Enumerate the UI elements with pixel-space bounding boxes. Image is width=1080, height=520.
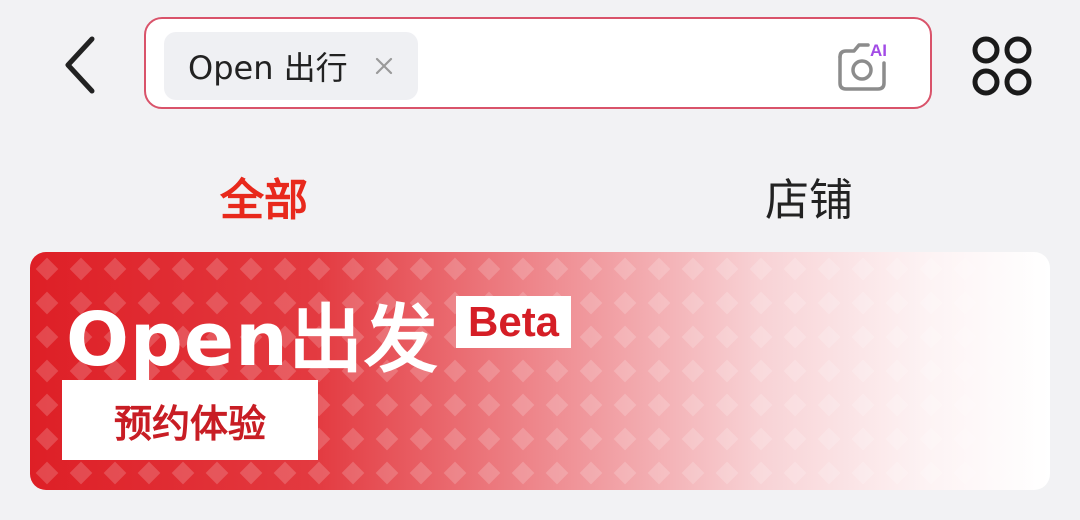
result-tabs: 全部 店铺 xyxy=(0,150,1080,240)
search-keyword-text: Open 出行 xyxy=(188,49,348,87)
promo-banner[interactable]: Open出发 Beta 预约体验 xyxy=(30,252,1050,490)
ai-badge: AI xyxy=(870,41,887,60)
search-keyword-chip[interactable]: Open 出行 xyxy=(164,32,418,100)
tab-all[interactable]: 全部 xyxy=(220,164,308,228)
top-bar: Open 出行 AI xyxy=(0,0,1080,130)
banner-title: Open出发 xyxy=(66,297,439,383)
grid-menu-icon xyxy=(972,36,1032,96)
camera-icon xyxy=(838,43,886,91)
reserve-button[interactable]: 预约体验 xyxy=(62,380,318,460)
grid-menu-button[interactable] xyxy=(970,34,1034,98)
tab-shops[interactable]: 店铺 xyxy=(765,164,853,228)
chevron-left-icon xyxy=(65,36,95,94)
back-button[interactable] xyxy=(50,30,110,100)
search-box[interactable]: Open 出行 AI xyxy=(144,17,932,109)
ai-camera-button[interactable]: AI xyxy=(836,37,896,95)
chip-close-button[interactable] xyxy=(370,52,398,80)
close-icon xyxy=(375,57,393,75)
beta-badge: Beta xyxy=(456,296,572,348)
